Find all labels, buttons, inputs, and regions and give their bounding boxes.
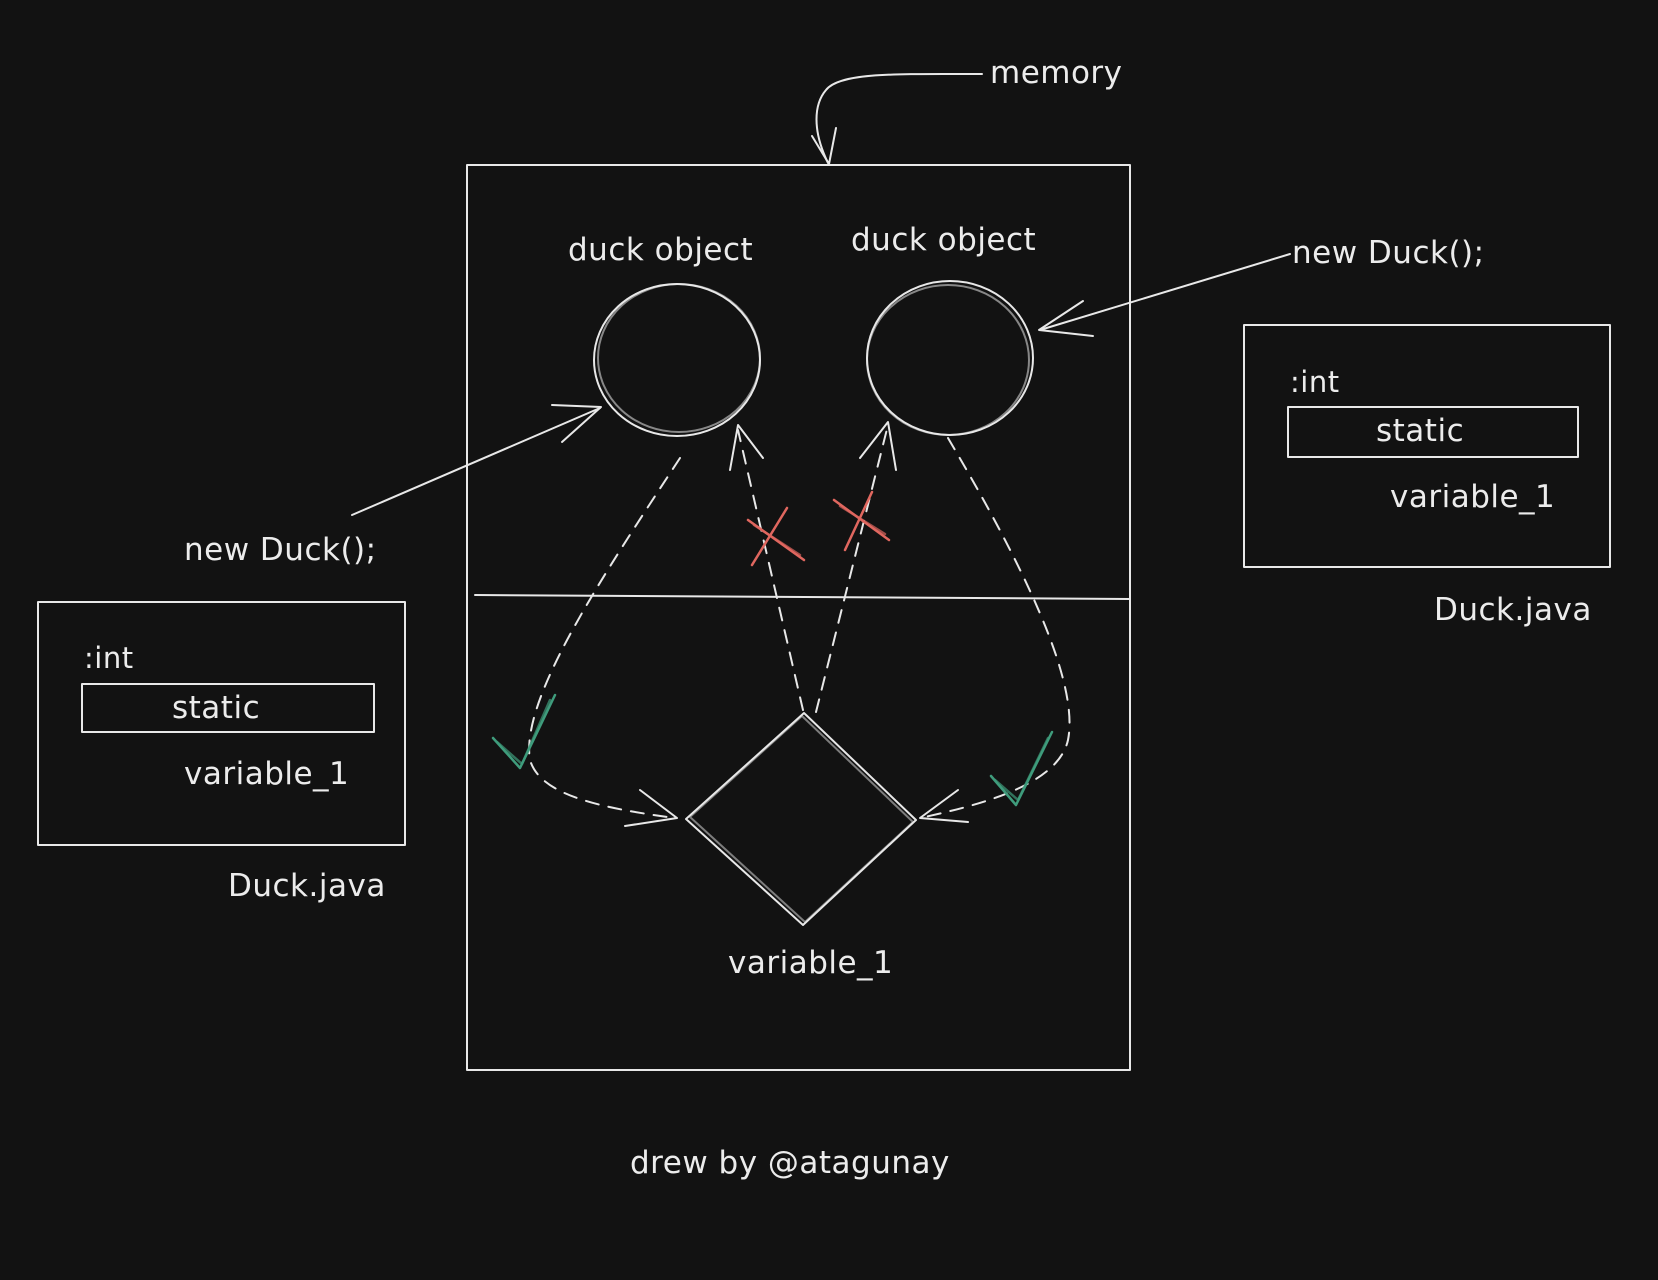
memory-arrow-head (811, 127, 837, 165)
left-class-box: :int static variable_1 (37, 601, 406, 846)
right-class-box: :int static variable_1 (1243, 324, 1611, 568)
valid-check-left-icon (491, 693, 557, 770)
right-new-duck-label: new Duck(); (1292, 235, 1485, 271)
right-circle-to-variable-path (919, 437, 1071, 819)
valid-check-right-icon (989, 730, 1054, 807)
left-class-file-label: Duck.java (228, 868, 386, 904)
variable-to-left-circle-path (737, 429, 804, 711)
invalid-cross-left-icon (746, 506, 806, 567)
variable-label: variable_1 (728, 945, 893, 981)
duck-object-right-label: duck object (851, 222, 1036, 258)
right-class-static-label: static (1376, 413, 1464, 449)
right-circle-to-variable-arrow-head (919, 789, 969, 823)
memory-divider (474, 594, 1131, 600)
memory-box (466, 164, 1131, 1071)
duck-object-right-circle (866, 280, 1034, 436)
left-new-duck-arrow (351, 407, 601, 516)
duck-object-left-circle-outline (597, 283, 761, 433)
left-circle-to-variable-arrow-head (624, 789, 678, 827)
left-class-variable-label: variable_1 (184, 756, 349, 792)
right-class-type-label: :int (1290, 365, 1340, 399)
left-class-static-label: static (172, 690, 260, 726)
left-new-duck-label: new Duck(); (184, 532, 377, 568)
left-class-type-label: :int (84, 641, 134, 675)
invalid-cross-right-icon (832, 490, 891, 552)
memory-label: memory (990, 55, 1123, 91)
duck-object-left-circle (593, 283, 761, 437)
right-new-duck-arrow (1039, 253, 1291, 331)
memory-arrow (815, 72, 983, 164)
duck-object-right-circle-outline (866, 284, 1030, 436)
variable-diamond-outline (689, 715, 914, 923)
left-circle-to-variable-path (528, 457, 681, 819)
credit-label: drew by @atagunay (630, 1145, 950, 1181)
right-class-variable-label: variable_1 (1390, 479, 1555, 515)
right-new-duck-arrow-head (1038, 300, 1094, 337)
variable-diamond (685, 712, 917, 926)
duck-object-left-label: duck object (568, 232, 753, 268)
variable-to-right-circle-path (815, 424, 889, 713)
static-variable-diagram: memory duck object duck object new Duck(… (37, 55, 1611, 1181)
right-class-file-label: Duck.java (1434, 592, 1592, 628)
